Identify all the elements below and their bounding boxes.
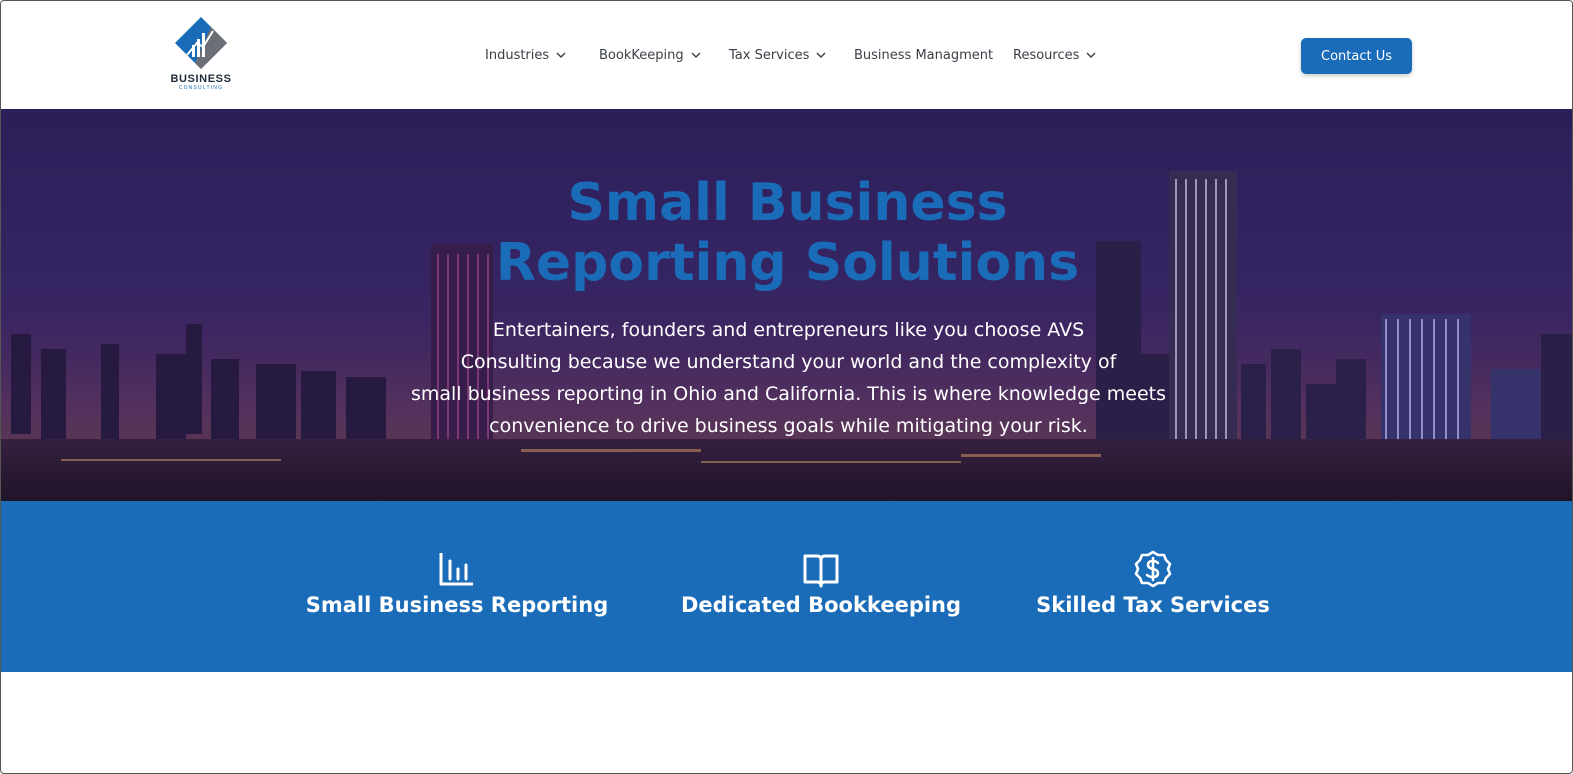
nav-item-label: Tax Services bbox=[729, 47, 810, 63]
hero-section: Small Business Reporting Solutions Enter… bbox=[1, 109, 1572, 501]
feature-label: Small Business Reporting bbox=[305, 593, 609, 617]
dollar-badge-icon bbox=[1134, 550, 1172, 588]
nav-item-label: BookKeeping bbox=[599, 47, 684, 63]
feature-label: Skilled Tax Services bbox=[1036, 593, 1270, 617]
brand-logo[interactable]: BUSINESS CONSULTING bbox=[167, 15, 235, 93]
hero-title: Small Business Reporting Solutions bbox=[1, 173, 1572, 293]
brand-tagline: CONSULTING bbox=[178, 85, 224, 91]
site-header: BUSINESS CONSULTING Industries BookKeepi… bbox=[1, 1, 1572, 109]
feature-skilled-tax-services[interactable]: Skilled Tax Services bbox=[983, 549, 1323, 617]
open-book-icon bbox=[803, 554, 839, 588]
chevron-down-icon bbox=[691, 52, 701, 58]
nav-item-resources[interactable]: Resources bbox=[1013, 45, 1096, 65]
brand-name: BUSINESS bbox=[170, 73, 232, 85]
chevron-down-icon bbox=[816, 52, 826, 58]
features-band: Small Business Reporting Dedicated Bookk… bbox=[1, 501, 1572, 672]
hero-text-line-1: Entertainers, founders and entrepreneurs… bbox=[492, 319, 1085, 341]
nav-item-label: Business Managment bbox=[854, 47, 994, 63]
nav-item-business-managment[interactable]: Business Managment bbox=[854, 45, 993, 65]
feature-dedicated-bookkeeping[interactable]: Dedicated Bookkeeping bbox=[651, 549, 991, 617]
feature-small-business-reporting[interactable]: Small Business Reporting bbox=[287, 549, 627, 617]
bar-chart-icon bbox=[439, 553, 473, 586]
nav-item-industries[interactable]: Industries bbox=[485, 45, 566, 65]
hero-title-line-1: Small Business bbox=[567, 173, 1008, 233]
contact-us-button[interactable]: Contact Us bbox=[1301, 38, 1412, 74]
feature-label: Dedicated Bookkeeping bbox=[680, 593, 962, 617]
nav-item-tax-services[interactable]: Tax Services bbox=[729, 45, 826, 65]
chevron-down-icon bbox=[556, 52, 566, 58]
nav-item-bookkeeping[interactable]: BookKeeping bbox=[599, 45, 701, 65]
chevron-down-icon bbox=[1086, 52, 1096, 58]
hero-text-line-4: convenience to drive business goals whil… bbox=[489, 415, 1088, 437]
hero-text-line-3: small business reporting in Ohio and Cal… bbox=[410, 383, 1167, 405]
hero-title-line-2: Reporting Solutions bbox=[495, 233, 1080, 293]
nav-item-label: Resources bbox=[1013, 47, 1080, 63]
city-skyline-background bbox=[1, 109, 1572, 501]
hero-text-line-2: Consulting because we understand your wo… bbox=[460, 351, 1117, 373]
chart-diamond-logo-icon bbox=[175, 17, 227, 69]
nav-item-label: Industries bbox=[485, 47, 550, 63]
hero-description: Entertainers, founders and entrepreneurs… bbox=[381, 314, 1196, 442]
browser-viewport: BUSINESS CONSULTING Industries BookKeepi… bbox=[0, 0, 1573, 774]
